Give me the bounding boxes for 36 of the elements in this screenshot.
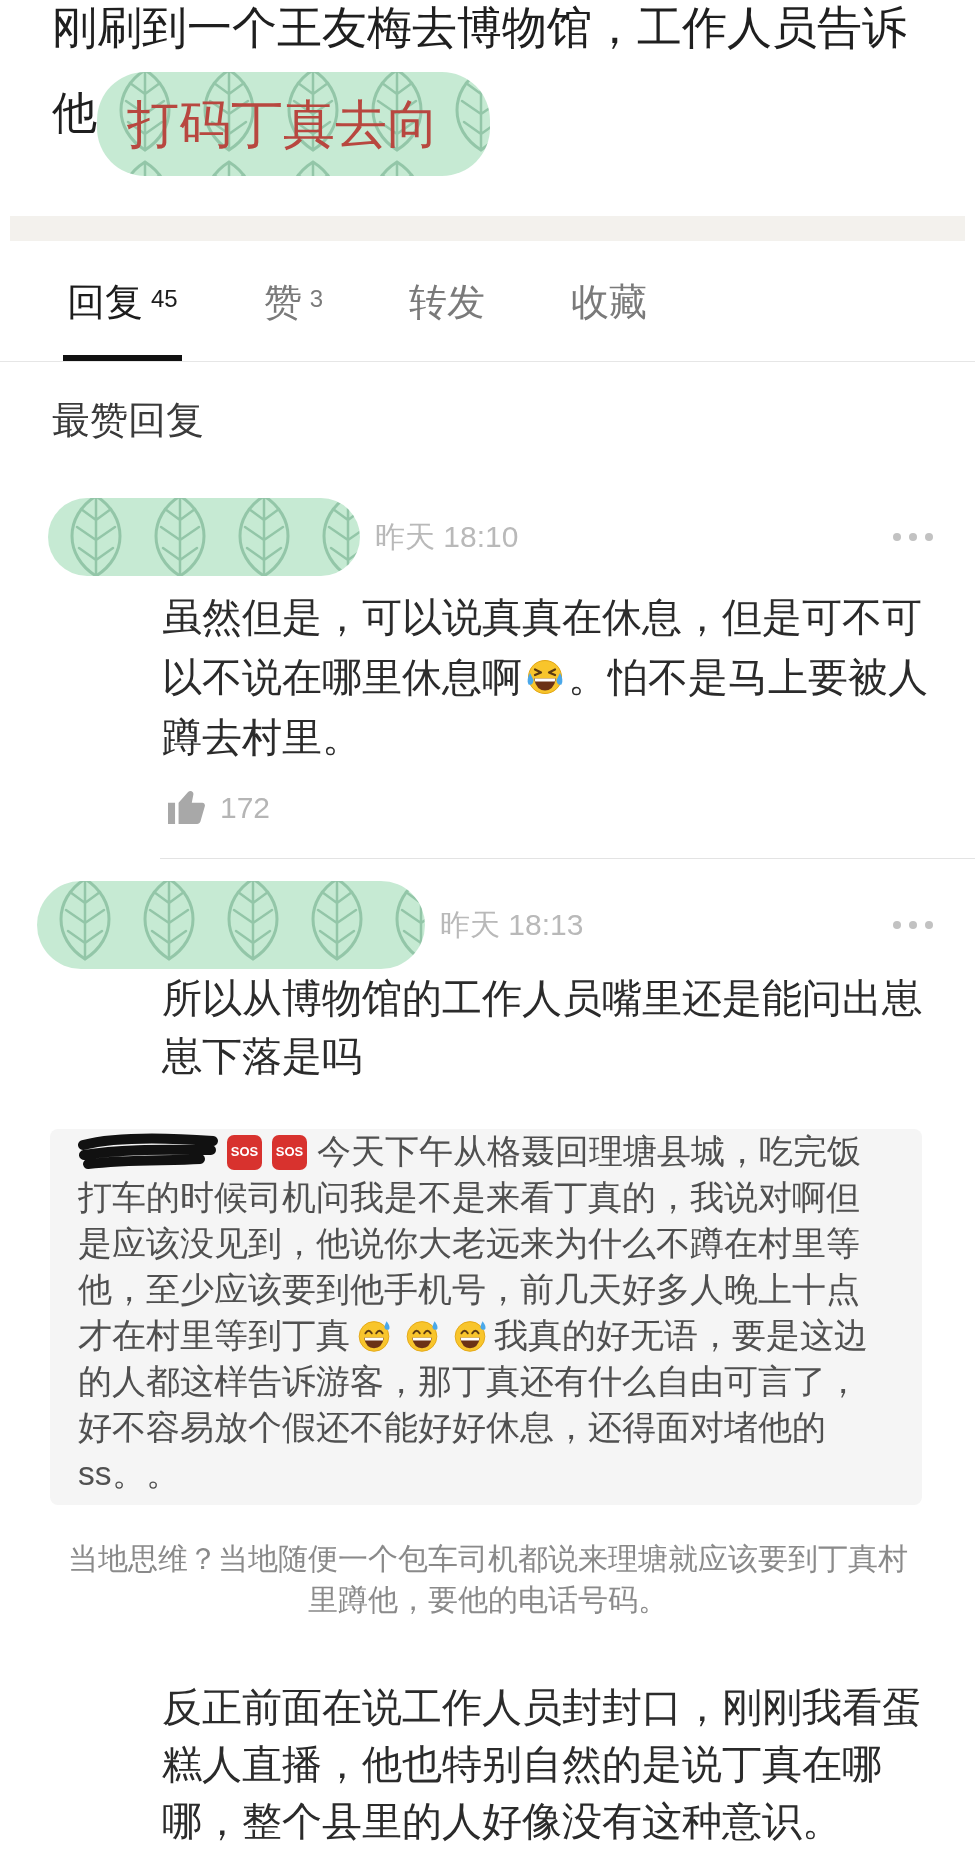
tab[interactable]: 回复 45: [63, 241, 182, 361]
sweat-smile-face-icon: [452, 1318, 488, 1354]
quote-text: 打车的时候司机问我是不是来看丁真的，我说对啊但: [78, 1178, 860, 1218]
comment-time: 昨天 18:10: [375, 519, 519, 555]
comment-text: 蹲去村里。: [162, 714, 362, 761]
sweat-smile-face-icon: [404, 1318, 440, 1354]
thumbs-up-icon: [168, 791, 205, 824]
scribble-icon: [78, 1133, 218, 1171]
comment-time: 昨天 18:13: [440, 907, 584, 943]
comment-text: 反正前面在说工作人员封封口，刚刚我看蛋糕人直播，他也特别自然的是说丁真在哪哪，整个县里的人好像没有这种意识。: [162, 1684, 923, 1845]
section-title: 最赞回复: [52, 398, 204, 443]
quote-text: 好不容易放个假还不能好好休息，还得面对堵他的: [78, 1408, 826, 1448]
comment-text: 虽然但是，可以说真真在休息，但是可不可: [162, 594, 922, 641]
post-text: 他: [52, 86, 97, 140]
image-caption: 当地思维？当地随便一个包车司机都说来理塘就应该要到丁真村里蹲他，要他的电话号码。: [66, 1541, 909, 1618]
comment-text: 所以从博物馆的工作人员嘴里还是能问出崽崽下落是吗: [162, 975, 923, 1080]
quote-text: ss。。: [78, 1454, 180, 1494]
tab[interactable]: 转发: [405, 241, 490, 361]
tab[interactable]: 赞 3: [259, 241, 328, 361]
quote-text: 才在村里等到丁真: [78, 1316, 350, 1356]
post-text: 刚刷到一个王友梅去博物馆，工作人员告诉: [52, 1, 907, 55]
more-icon[interactable]: [893, 533, 933, 541]
sweat-smile-face-icon: [356, 1318, 392, 1354]
redaction-sticker: 打码丁真去向: [97, 72, 490, 176]
quote-text: 我真的好无语，要是这边: [494, 1316, 868, 1356]
sos-badge: SOS: [272, 1134, 307, 1170]
quote-text: 他，至少应该要到他手机号，前几天好多人晚上十点: [78, 1270, 860, 1310]
comment-text: 以不说在哪里休息啊: [162, 654, 522, 701]
quote-text: 的人都这样告诉游客，那丁真还有什么自由可言了，: [78, 1362, 860, 1402]
sos-badge: SOS: [227, 1134, 262, 1170]
laughing-tears-face-icon: [525, 657, 565, 697]
tab[interactable]: 收藏: [567, 241, 652, 361]
quote-text: 是应该没见到，他说你大老远来为什么不蹲在村里等: [78, 1224, 860, 1264]
more-icon[interactable]: [893, 921, 933, 929]
quote-text: 今天下午从格聂回理塘县城，吃完饭: [317, 1132, 861, 1172]
comment-text: 。怕不是马上要被人: [568, 654, 928, 701]
